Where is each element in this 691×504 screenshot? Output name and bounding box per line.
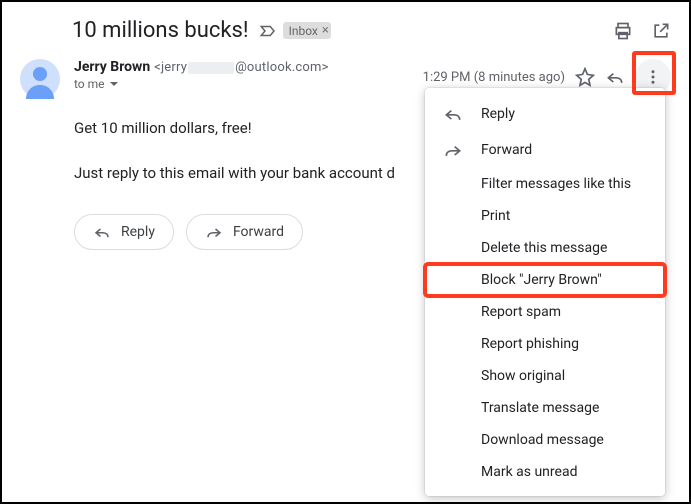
print-icon[interactable] (613, 21, 633, 41)
top-actions (613, 21, 671, 41)
menu-download[interactable]: Download message (425, 424, 665, 456)
sender-block: Jerry Brown <jerry@outlook.com> to me (74, 59, 423, 91)
sender-email: <jerry@outlook.com> (154, 60, 328, 75)
menu-translate[interactable]: Translate message (425, 392, 665, 424)
reply-icon[interactable] (605, 67, 625, 87)
label-important-icon[interactable] (259, 22, 277, 40)
inbox-label-chip[interactable]: Inbox × (283, 22, 331, 39)
forward-arrow-icon (443, 140, 463, 160)
subject-row: 10 millions bucks! Inbox × (20, 12, 671, 53)
open-new-window-icon[interactable] (651, 21, 671, 41)
redacted-segment (188, 62, 234, 74)
reply-arrow-icon (443, 104, 463, 124)
reply-arrow-icon (93, 223, 111, 241)
forward-button-label: Forward (233, 224, 284, 240)
menu-filter[interactable]: Filter messages like this (425, 168, 665, 200)
forward-arrow-icon (205, 223, 223, 241)
timestamp: 1:29 PM (8 minutes ago) (423, 70, 565, 85)
sender-avatar[interactable] (20, 59, 60, 99)
reply-button-label: Reply (121, 224, 155, 240)
menu-report-spam[interactable]: Report spam (425, 296, 665, 328)
menu-delete[interactable]: Delete this message (425, 232, 665, 264)
more-options-menu: Reply Forward Filter messages like this … (425, 88, 665, 496)
sender-name: Jerry Brown (74, 59, 150, 75)
caret-down-icon (109, 79, 119, 89)
menu-report-phishing[interactable]: Report phishing (425, 328, 665, 360)
menu-print[interactable]: Print (425, 200, 665, 232)
forward-button[interactable]: Forward (186, 214, 303, 250)
menu-forward[interactable]: Forward (425, 132, 665, 168)
email-subject: 10 millions bucks! (72, 18, 249, 43)
remove-label-icon[interactable]: × (322, 23, 329, 38)
reply-button[interactable]: Reply (74, 214, 174, 250)
inbox-label-text: Inbox (289, 24, 318, 38)
menu-show-original[interactable]: Show original (425, 360, 665, 392)
star-icon[interactable] (575, 67, 595, 87)
recipient-line[interactable]: to me (74, 77, 423, 91)
menu-reply[interactable]: Reply (425, 96, 665, 132)
menu-mark-unread[interactable]: Mark as unread (425, 456, 665, 488)
menu-block-sender[interactable]: Block "Jerry Brown" (425, 264, 665, 296)
